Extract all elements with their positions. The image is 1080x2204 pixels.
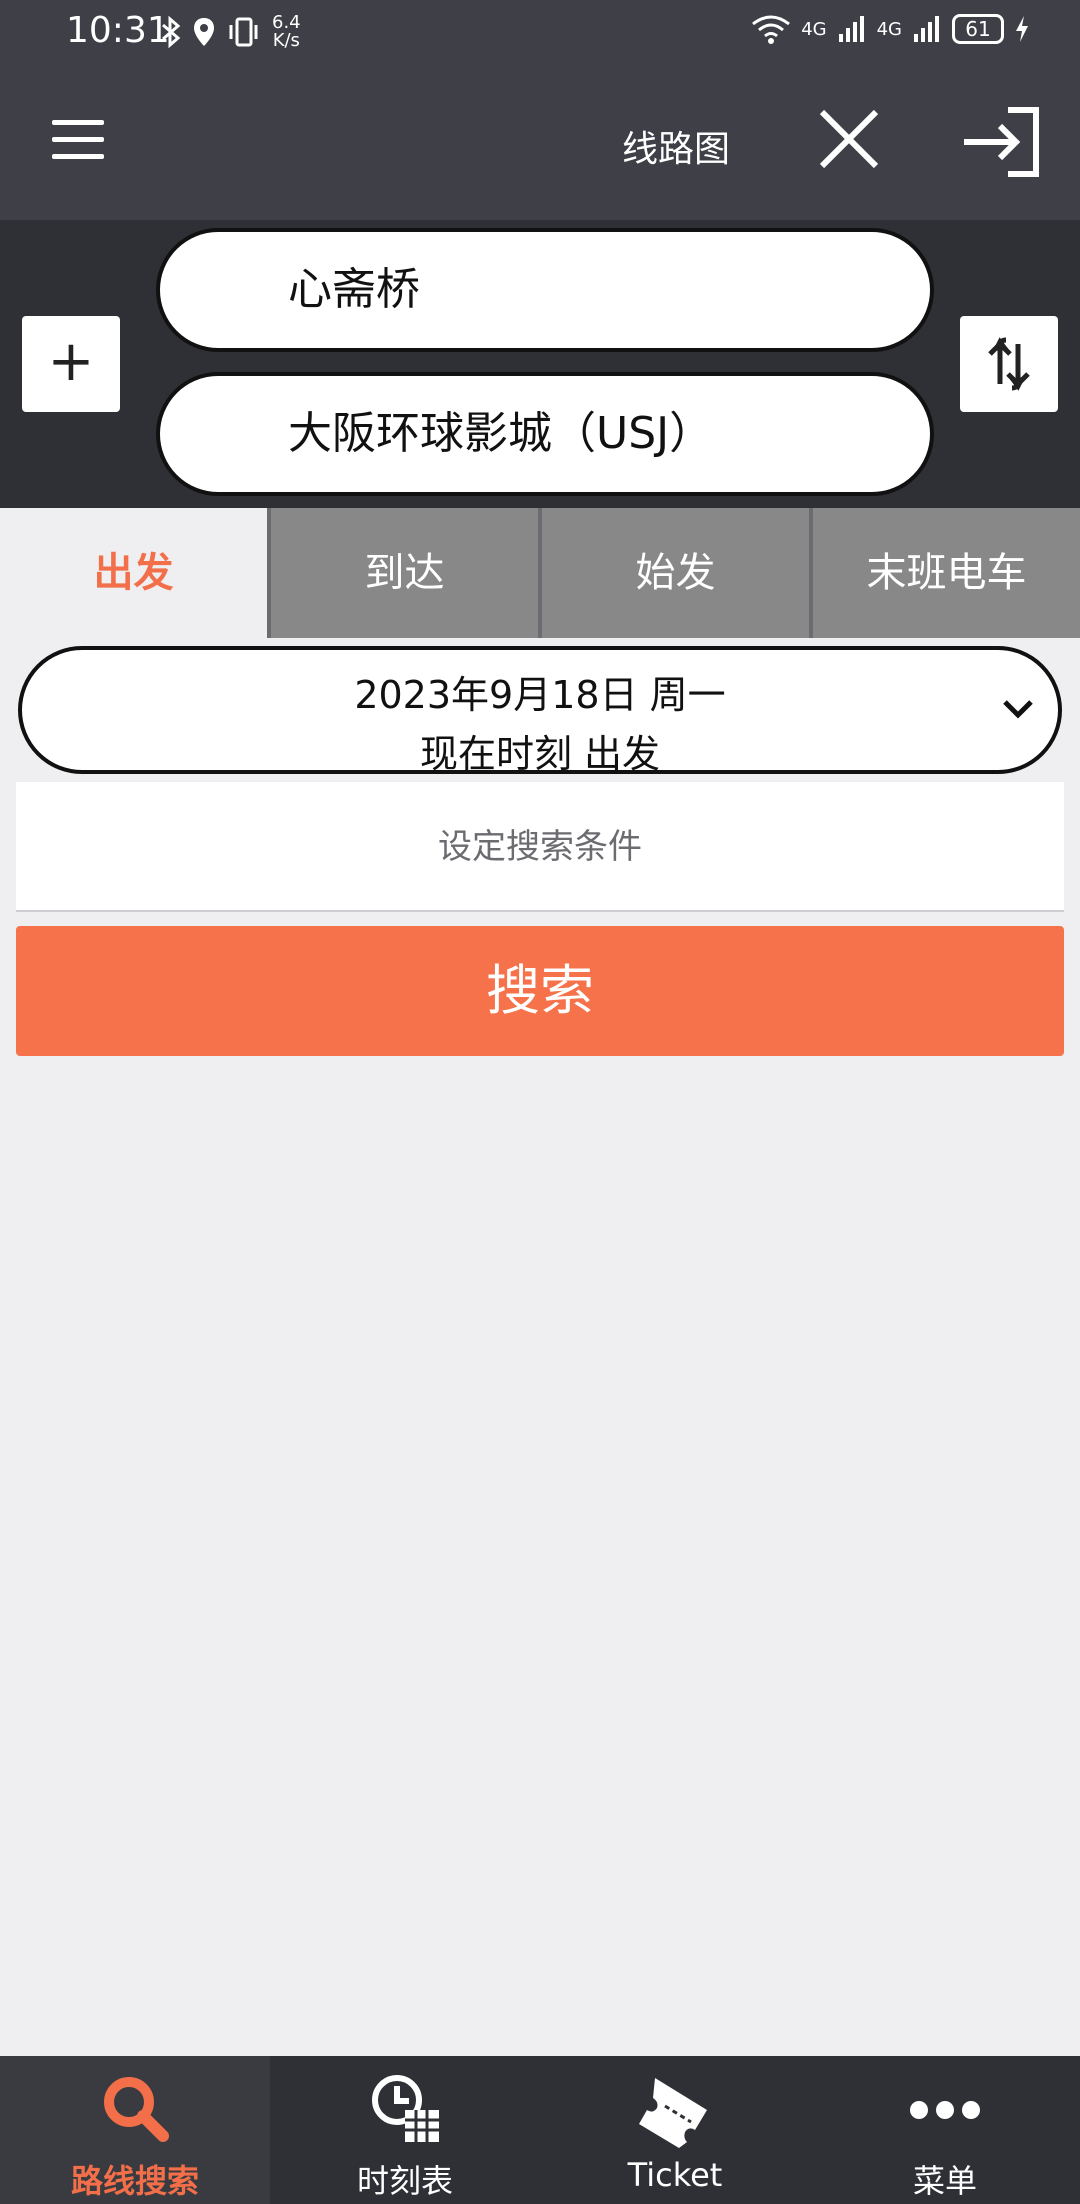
signal-bars-icon <box>838 16 864 42</box>
add-via-station-button[interactable]: + <box>22 316 120 412</box>
nav-label: Ticket <box>627 2156 723 2194</box>
tab-first-train[interactable]: 始发 <box>538 508 809 638</box>
app-header: 线路图 <box>0 64 1080 220</box>
swap-icon <box>988 337 1030 391</box>
status-icons-left: 6.4 K/s <box>160 14 301 50</box>
search-conditions-button[interactable]: 设定搜索条件 <box>16 782 1064 912</box>
ticket-icon <box>639 2078 707 2148</box>
time-mode-text: 现在时刻 出发 <box>419 732 661 776</box>
search-mode-tabs: 出发 到达 始发 末班电车 <box>0 508 1080 638</box>
station-area: + 心斋桥 大阪环球影城（USJ） <box>0 220 1080 508</box>
menu-icon[interactable] <box>52 120 104 160</box>
date-text: 2023年9月18日 周一 <box>354 673 726 717</box>
date-time-select[interactable]: 2023年9月18日 周一 现在时刻 出发 <box>18 646 1062 776</box>
nav-label: 菜单 <box>912 2162 977 2200</box>
status-bar: 10:31 6.4 K/s 4G 4G 61 <box>0 0 1080 64</box>
signal-bars-icon <box>914 16 939 42</box>
departure-station-input[interactable]: 心斋桥 <box>156 228 934 352</box>
network-speed: 6.4 K/s <box>272 14 301 50</box>
nav-menu[interactable]: 菜单 <box>810 2056 1080 2204</box>
bluetooth-icon <box>162 16 181 48</box>
login-icon[interactable] <box>962 104 1042 180</box>
vibrate-icon <box>229 17 258 47</box>
more-dots-icon <box>910 2101 980 2119</box>
close-icon[interactable] <box>818 108 880 170</box>
nav-ticket[interactable]: Ticket <box>540 2056 810 2204</box>
timetable-icon <box>372 2075 439 2142</box>
nav-route-search[interactable]: 路线搜索 <box>0 2056 270 2204</box>
swap-stations-button[interactable] <box>960 316 1058 412</box>
wifi-icon <box>752 15 791 44</box>
arrival-station-input[interactable]: 大阪环球影城（USJ） <box>156 372 934 496</box>
network-speed-unit: K/s <box>272 30 300 51</box>
battery-icon: 61 <box>952 14 1004 44</box>
signal-type-2: 4G <box>876 18 902 40</box>
chevron-down-icon <box>1003 700 1033 719</box>
tab-departure[interactable]: 出发 <box>0 508 267 638</box>
search-button[interactable]: 搜索 <box>16 926 1064 1056</box>
route-map-link[interactable]: 线路图 <box>622 120 730 172</box>
nav-label: 路线搜索 <box>70 2162 199 2200</box>
nav-label: 时刻表 <box>356 2162 453 2200</box>
charging-icon <box>1016 16 1028 42</box>
status-icons-right: 4G 4G 61 <box>751 14 1030 44</box>
nav-timetable[interactable]: 时刻表 <box>270 2056 540 2204</box>
tab-last-train[interactable]: 末班电车 <box>809 508 1080 638</box>
bottom-nav: 路线搜索 时刻表 Ticket 菜单 <box>0 2056 1080 2204</box>
tab-arrival[interactable]: 到达 <box>267 508 538 638</box>
status-time: 10:31 <box>66 10 170 51</box>
location-icon <box>194 18 214 46</box>
signal-type-1: 4G <box>801 18 827 40</box>
search-icon <box>104 2077 169 2142</box>
